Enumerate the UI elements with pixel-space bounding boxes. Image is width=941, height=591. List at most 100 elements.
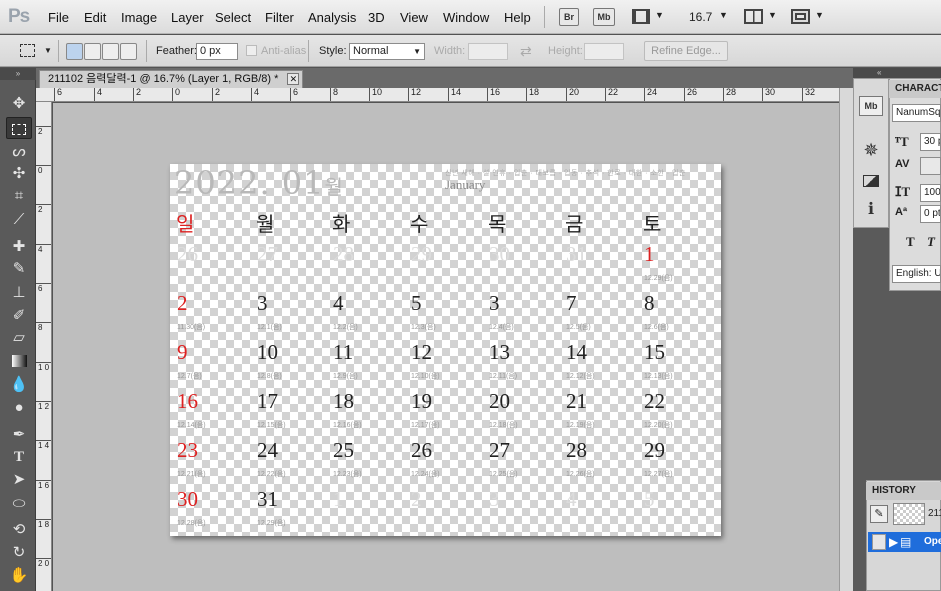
lunar-date-label: 12.20(음) [644, 422, 673, 429]
faux-bold-button[interactable]: T [906, 234, 915, 250]
ellipse-tool-icon[interactable]: ⬭ [6, 493, 32, 515]
menu-layer[interactable]: Layer [171, 10, 204, 25]
vertical-scale-input[interactable]: 100% [920, 184, 941, 202]
eyedropper-tool-icon[interactable]: ⟋ [6, 209, 32, 231]
brush-tool-icon[interactable]: ✎ [6, 258, 32, 280]
brush-icon[interactable]: ✎ [870, 505, 888, 523]
history-brush-tool-icon[interactable]: ✐ [6, 305, 32, 327]
width-input[interactable] [468, 43, 508, 60]
navigator-panel-icon[interactable]: ✵ [859, 139, 883, 161]
refine-edge-button[interactable]: Refine Edge... [644, 41, 728, 61]
blur-tool-icon[interactable]: 💧 [6, 374, 32, 396]
calendar-day: 14 [566, 340, 587, 364]
close-icon[interactable]: ✕ [287, 73, 300, 85]
weekday-label: 화 [332, 212, 351, 236]
menu-window[interactable]: Window [443, 10, 489, 25]
add-to-selection-icon[interactable] [84, 43, 101, 60]
menu-edit[interactable]: Edit [84, 10, 106, 25]
document-canvas[interactable]: 2022. 01월 신년 새해 · 설 연휴 · 입춘 · 대보름 · 입동 ·… [170, 164, 721, 536]
menu-3d[interactable]: 3D [368, 10, 385, 25]
move-tool-icon[interactable]: ✥ [6, 93, 32, 115]
document-tab[interactable]: 211102 음력달력-1 @ 16.7% (Layer 1, RGB/8) *… [39, 70, 304, 88]
clone-stamp-tool-icon[interactable]: ⊥ [6, 282, 32, 304]
history-brush-source-checkbox[interactable] [872, 534, 886, 550]
intersect-selection-icon[interactable] [120, 43, 137, 60]
menu-analysis[interactable]: Analysis [308, 10, 356, 25]
font-size-input[interactable]: 30 pt [920, 133, 941, 151]
3d-rotate-tool-icon[interactable]: ⟲ [6, 519, 32, 541]
faux-italic-button[interactable]: T [927, 234, 935, 250]
calendar-day: 26 [411, 438, 432, 462]
chevron-down-icon[interactable]: ▼ [719, 10, 728, 20]
healing-brush-tool-icon[interactable]: ✚ [6, 236, 32, 258]
film-icon[interactable] [632, 9, 650, 24]
chevron-down-icon[interactable]: ▼ [44, 46, 52, 55]
swap-arrows-icon[interactable]: ⇄ [520, 43, 532, 60]
subtract-from-selection-icon[interactable] [102, 43, 119, 60]
chevron-down-icon[interactable]: ▼ [768, 10, 777, 20]
vertical-ruler: 2 0 2 4 6 8 1 0 1 2 1 4 1 6 1 8 2 0 [36, 102, 52, 591]
lunar-date-label: 12.26(음) [566, 471, 595, 478]
minibridge-panel-icon[interactable]: Mb [859, 96, 883, 116]
calendar-day: 8 [644, 291, 655, 315]
menu-image[interactable]: Image [121, 10, 157, 25]
height-label: Height: [548, 45, 583, 57]
bridge-button[interactable]: Br [559, 8, 579, 26]
marquee-tool-icon[interactable] [6, 117, 32, 139]
eraser-tool-icon[interactable]: ▱ [6, 327, 32, 349]
font-size-icon: ᵀT [895, 134, 909, 149]
menu-view[interactable]: View [400, 10, 428, 25]
chevron-down-icon[interactable]: ▼ [815, 10, 824, 20]
zoom-level[interactable]: 16.7 [689, 10, 712, 24]
height-input[interactable] [584, 43, 624, 60]
type-tool-icon[interactable]: T [6, 446, 32, 468]
lunar-date-label: 12.16(음) [333, 422, 362, 429]
antialias-checkbox[interactable] [246, 45, 257, 56]
calendar-day: 31 [566, 242, 587, 266]
ruler-tick: 8 [36, 322, 51, 332]
character-panel-title[interactable]: CHARACTER [889, 80, 941, 98]
crop-tool-icon[interactable]: ⌗ [6, 185, 32, 207]
tools-panel-collapse[interactable]: » [0, 68, 36, 80]
baseline-shift-icon: Aª [895, 206, 908, 218]
histogram-panel-icon[interactable] [859, 169, 883, 191]
hand-tool-icon[interactable]: ✋ [6, 565, 32, 587]
ruler-tick: 1 6 [36, 480, 51, 490]
lasso-tool-icon[interactable]: ᔕ [6, 141, 32, 163]
gradient-tool-icon[interactable] [6, 350, 32, 372]
menu-filter[interactable]: Filter [265, 10, 294, 25]
minibridge-button[interactable]: Mb [593, 8, 615, 26]
language-select[interactable]: English: USA [892, 265, 941, 283]
3d-orbit-tool-icon[interactable]: ↻ [6, 542, 32, 564]
menu-select[interactable]: Select [215, 10, 251, 25]
baseline-shift-input[interactable]: 0 pt [920, 205, 941, 223]
calendar-day: 5 [411, 291, 422, 315]
quick-selection-tool-icon[interactable]: ✣ [6, 163, 32, 185]
info-panel-icon[interactable]: ℹ [859, 199, 883, 221]
history-snapshot-label: 211102 [928, 508, 941, 519]
ruler-tick: 8 [330, 88, 338, 101]
panel-dock-collapse[interactable]: « [853, 68, 941, 78]
history-snapshot-thumbnail[interactable] [893, 503, 925, 525]
ruler-tick: 0 [36, 165, 51, 175]
calendar-day: 30 [489, 242, 510, 266]
chevron-down-icon[interactable]: ▼ [655, 10, 664, 20]
calendar-day: 1 [333, 487, 344, 511]
history-panel-title[interactable]: HISTORY [866, 482, 941, 500]
menu-file[interactable]: File [48, 10, 69, 25]
rectangular-marquee-icon[interactable] [20, 44, 35, 57]
calendar-day: 28 [333, 242, 354, 266]
pen-tool-icon[interactable]: ✒ [6, 424, 32, 446]
menu-help[interactable]: Help [504, 10, 531, 25]
dodge-tool-icon[interactable]: ● [6, 397, 32, 419]
path-selection-tool-icon[interactable]: ➤ [6, 469, 32, 491]
arrange-documents-icon[interactable] [744, 9, 763, 24]
kerning-input[interactable] [920, 157, 941, 175]
feather-input[interactable]: 0 px [196, 43, 238, 60]
vertical-scrollbar[interactable] [839, 88, 853, 591]
style-select[interactable]: Normal ▼ [349, 43, 425, 60]
new-selection-icon[interactable] [66, 43, 83, 60]
screen-mode-icon[interactable] [791, 9, 810, 24]
font-family-select[interactable]: NanumSquare [892, 104, 941, 122]
ruler-tick: 6 [290, 88, 298, 101]
